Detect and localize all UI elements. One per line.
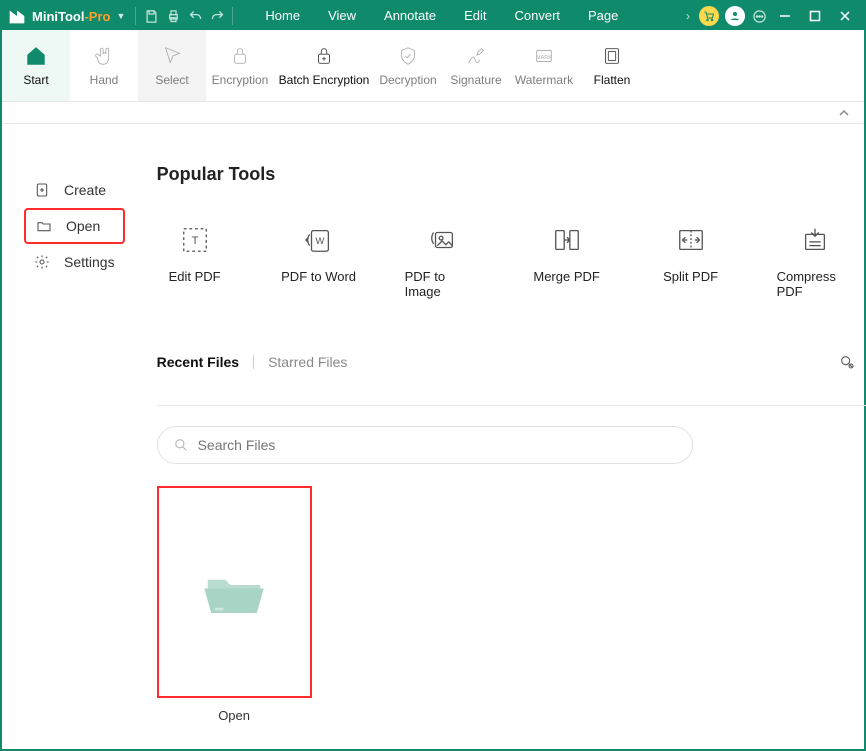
redo-icon[interactable] bbox=[206, 5, 228, 27]
app-body: Create Open Settings Popular Tools T Edi… bbox=[2, 124, 864, 749]
main-menu: Home View Annotate Edit Convert Page bbox=[251, 2, 632, 30]
sidebar-item-label: Settings bbox=[64, 254, 115, 270]
save-icon[interactable] bbox=[140, 5, 162, 27]
tool-compress-pdf[interactable]: Compress PDF bbox=[777, 225, 853, 299]
svg-text:W: W bbox=[315, 236, 324, 246]
menu-view[interactable]: View bbox=[314, 2, 370, 30]
search-icon bbox=[174, 438, 188, 452]
titlebar-right: › bbox=[680, 2, 860, 30]
popular-tools-row: T Edit PDF W PDF to Word PDF to Image Me… bbox=[157, 225, 866, 299]
app-logo-icon bbox=[6, 5, 28, 27]
brand-dropdown-icon[interactable]: ▼ bbox=[116, 11, 125, 21]
sidebar-item-settings[interactable]: Settings bbox=[24, 244, 125, 280]
popular-tools-title: Popular Tools bbox=[157, 164, 866, 185]
brand-name: MiniTool-Pro bbox=[32, 9, 110, 24]
tool-pdf-to-image[interactable]: PDF to Image bbox=[405, 225, 481, 299]
undo-icon[interactable] bbox=[184, 5, 206, 27]
ribbon-encryption[interactable]: Encryption bbox=[206, 30, 274, 101]
menu-overflow-icon[interactable]: › bbox=[680, 9, 696, 23]
close-button[interactable] bbox=[830, 2, 860, 30]
menu-home[interactable]: Home bbox=[251, 2, 314, 30]
ribbon-batch-encryption[interactable]: Batch Encryption bbox=[274, 30, 374, 101]
file-tabs-row: Recent Files Starred Files bbox=[157, 347, 866, 377]
sidebar: Create Open Settings bbox=[2, 124, 141, 749]
folder-open-icon bbox=[199, 562, 269, 622]
tool-split-pdf[interactable]: Split PDF bbox=[653, 225, 729, 299]
open-file-tile-label: Open bbox=[157, 708, 312, 723]
ribbon-signature[interactable]: Signature bbox=[442, 30, 510, 101]
minimize-button[interactable] bbox=[770, 2, 800, 30]
tab-recent-files[interactable]: Recent Files bbox=[157, 354, 239, 370]
ribbon-toolbar: Start Hand Select Encryption Batch Encry… bbox=[2, 30, 864, 102]
title-bar: MiniTool-Pro ▼ Home View Annotate Edit C… bbox=[2, 2, 864, 30]
tool-edit-pdf[interactable]: T Edit PDF bbox=[157, 225, 233, 299]
print-icon[interactable] bbox=[162, 5, 184, 27]
ribbon-select[interactable]: Select bbox=[138, 30, 206, 101]
app-window: MiniTool-Pro ▼ Home View Annotate Edit C… bbox=[0, 0, 866, 751]
tool-pdf-to-word[interactable]: W PDF to Word bbox=[281, 225, 357, 299]
ribbon-hand[interactable]: Hand bbox=[70, 30, 138, 101]
menu-convert[interactable]: Convert bbox=[500, 2, 574, 30]
ribbon-decryption[interactable]: Decryption bbox=[374, 30, 442, 101]
ribbon-collapse-icon[interactable] bbox=[2, 102, 864, 124]
svg-text:MARK: MARK bbox=[536, 54, 552, 60]
titlebar-separator bbox=[232, 7, 233, 25]
sidebar-item-open[interactable]: Open bbox=[24, 208, 125, 244]
user-icon[interactable] bbox=[725, 6, 745, 26]
tab-starred-files[interactable]: Starred Files bbox=[268, 354, 347, 370]
divider bbox=[157, 405, 866, 406]
menu-annotate[interactable]: Annotate bbox=[370, 2, 450, 30]
svg-text:T: T bbox=[191, 235, 198, 247]
maximize-button[interactable] bbox=[800, 2, 830, 30]
titlebar-separator bbox=[135, 7, 136, 25]
chat-icon[interactable] bbox=[748, 5, 770, 27]
cart-icon[interactable] bbox=[699, 6, 719, 26]
sidebar-item-label: Open bbox=[66, 218, 100, 234]
menu-page[interactable]: Page bbox=[574, 2, 632, 30]
sidebar-item-label: Create bbox=[64, 182, 106, 198]
search-input[interactable] bbox=[198, 437, 676, 453]
ribbon-start[interactable]: Start bbox=[2, 30, 70, 101]
tab-separator bbox=[253, 355, 254, 369]
ribbon-flatten[interactable]: Flatten bbox=[578, 30, 646, 101]
find-icon[interactable] bbox=[832, 347, 862, 377]
search-files[interactable] bbox=[157, 426, 693, 464]
menu-edit[interactable]: Edit bbox=[450, 2, 500, 30]
sidebar-item-create[interactable]: Create bbox=[24, 172, 125, 208]
file-list-actions bbox=[832, 347, 866, 377]
open-file-tile[interactable] bbox=[157, 486, 312, 698]
tool-merge-pdf[interactable]: Merge PDF bbox=[529, 225, 605, 299]
ribbon-watermark[interactable]: MARK Watermark bbox=[510, 30, 578, 101]
main-content: Popular Tools T Edit PDF W PDF to Word P… bbox=[141, 124, 866, 749]
